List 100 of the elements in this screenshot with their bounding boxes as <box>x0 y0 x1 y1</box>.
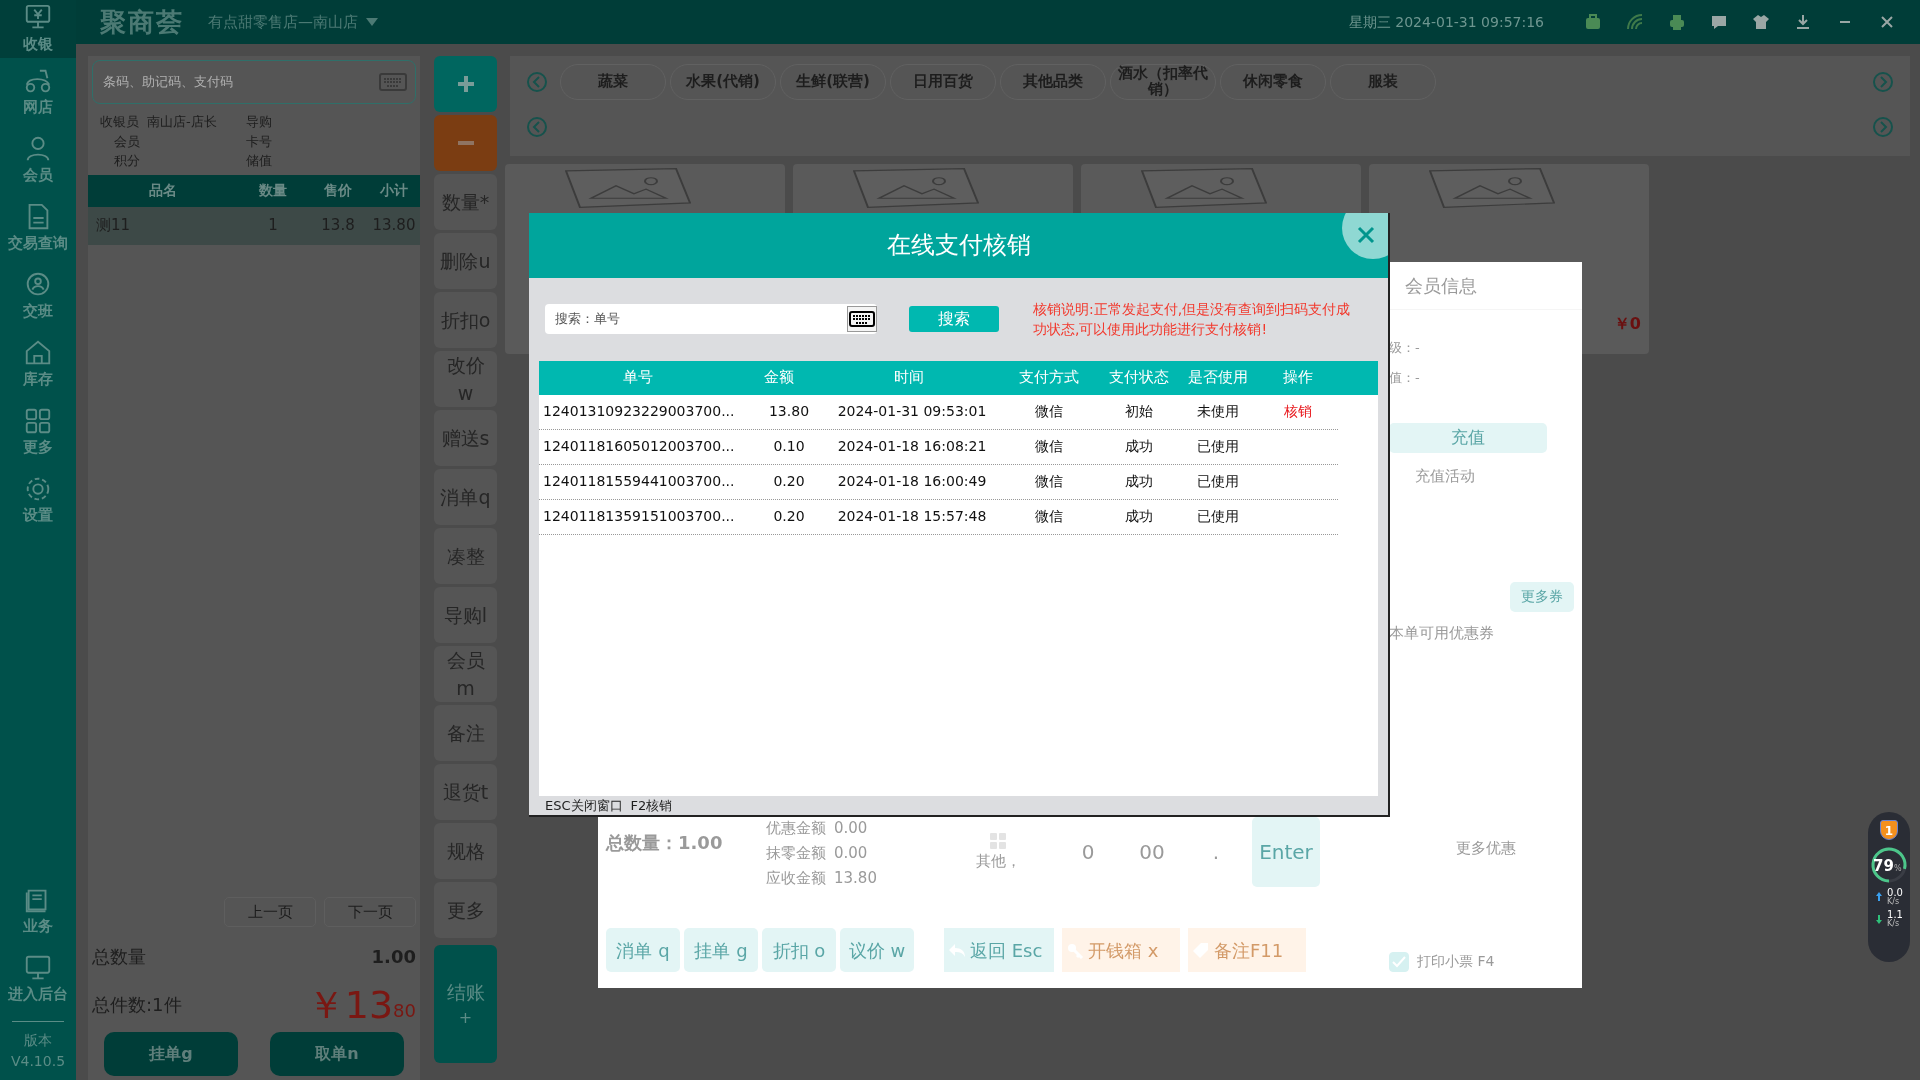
more-coupons-button[interactable]: 更多券 <box>1510 581 1574 612</box>
cancel-order-button[interactable]: 挂单 g <box>684 928 758 972</box>
table-cell-text: 微信 <box>1033 436 1064 456</box>
image-placeholder-icon <box>565 168 691 208</box>
version-number: V4.10.5 <box>9 1052 67 1071</box>
table-cell-text: 成功 <box>1124 436 1154 456</box>
table-cell-text: 已使用 <box>1196 471 1240 491</box>
enter-key[interactable]: Enter <box>1252 817 1320 887</box>
checkbox[interactable] <box>1389 951 1409 972</box>
action-button[interactable]: 返回 Esc <box>944 928 1054 972</box>
add-button[interactable] <box>434 56 497 112</box>
briefcase-icon[interactable] <box>1584 13 1602 31</box>
shield-badge: 1 <box>1880 820 1898 840</box>
image-placeholder-icon <box>853 168 979 208</box>
category-tab[interactable]: 生鲜(联营) <box>780 64 886 100</box>
search-box[interactable]: 搜索：单号 <box>545 304 877 335</box>
coupons-title: 本单可用优惠券 <box>1389 622 1495 644</box>
category-tab[interactable]: 其他品类 <box>1000 64 1106 100</box>
amount-label: 应收金额 <box>766 868 826 889</box>
table-row[interactable]: 12401310923229003700... 13.80 2024-01-31 09:53:01 微信 初始 未使用 核销 <box>539 394 1338 430</box>
table-cell-text: 0.20 <box>772 471 806 491</box>
table-cell-text: 初始 <box>1124 401 1154 421</box>
amount-label: 抹零金额 <box>766 843 826 864</box>
table-cell-text: 微信 <box>1033 401 1064 421</box>
hold-order-button[interactable]: 取单n <box>270 1032 404 1076</box>
member-field: 值：- <box>1389 367 1582 387</box>
category-tab[interactable]: 日用百货 <box>890 64 996 100</box>
category-tab[interactable]: 酒水（扣率代销） <box>1110 64 1216 100</box>
category-tab[interactable]: 蔬菜 <box>560 64 666 100</box>
close-icon <box>1356 225 1376 245</box>
sidebar-item[interactable]: 收银 <box>0 0 76 58</box>
gauge-value: 79 <box>1873 856 1894 877</box>
checkout-button[interactable]: 结账 + <box>434 945 497 1063</box>
date-time: 星期三 2024-01-31 09:57:16 <box>1348 12 1544 32</box>
hold-order-button[interactable]: 挂单g <box>104 1032 238 1076</box>
search-box[interactable]: 条码、助记码、支付码 <box>92 60 416 104</box>
column-header: 时间 <box>893 367 925 389</box>
wifi-icon[interactable] <box>1626 13 1644 31</box>
cancel-order-button[interactable]: 消单 q <box>606 928 680 972</box>
category-tab[interactable]: 休闲零食 <box>1220 64 1326 100</box>
verify-link[interactable]: 核销 <box>1258 401 1338 423</box>
table-cell-text: 2024-01-18 16:00:49 <box>836 471 988 491</box>
keyboard-icon <box>847 306 877 333</box>
product-price: ￥0 <box>1613 313 1641 335</box>
recharge-button[interactable]: 充值 <box>1389 423 1547 453</box>
category-tab[interactable]: 服装 <box>1330 64 1436 100</box>
rate-unit: K/s <box>1887 898 1900 906</box>
store-selector[interactable]: 有点甜零售店—南山店 <box>208 10 378 34</box>
shortcut-hint: ESC关闭窗口 <box>545 796 623 815</box>
sidebar-item[interactable]: 进入后台 <box>0 945 76 1013</box>
sidebar-item[interactable]: 交班 <box>0 262 76 330</box>
sidebar-item[interactable]: 交易查询 <box>0 194 76 262</box>
sidebar-item[interactable]: 设置 <box>0 466 76 534</box>
transfer-rate: 1.1 <box>1887 910 1903 920</box>
table-cell-text: 12401181605012003700... <box>542 436 736 456</box>
category-tab[interactable]: 水果(代销) <box>670 64 776 100</box>
table-row[interactable]: 12401181359151003700... 0.20 2024-01-18 15:57:48 微信 成功 已使用 <box>539 499 1338 535</box>
table-cell-text: 12401181359151003700... <box>542 506 736 526</box>
shirt-icon[interactable] <box>1752 13 1770 31</box>
column-header: 操作 <box>1282 367 1314 389</box>
table-row[interactable]: 12401181559441003700... 0.20 2024-01-18 16:00:49 微信 成功 已使用 <box>539 464 1338 500</box>
recharge-activity-link[interactable]: 充值活动 <box>1415 465 1582 488</box>
sidebar-item[interactable]: 会员 <box>0 126 76 194</box>
search-field[interactable]: 条码、助记码、支付码 <box>101 71 361 93</box>
sidebar-item[interactable]: 库存 <box>0 330 76 398</box>
action-button[interactable]: 备注F11 <box>1188 928 1306 972</box>
sidebar-item[interactable]: 更多 <box>0 398 76 466</box>
cancel-order-button[interactable]: 折扣 o <box>762 928 836 972</box>
total-price: ￥13 <box>306 986 394 1024</box>
amount-value: 0.00 <box>834 843 868 864</box>
upload-arrow-icon <box>1875 891 1884 903</box>
column-header: 支付方式 <box>1017 367 1080 389</box>
table-cell-text: 未使用 <box>1196 401 1240 421</box>
total-price-cents: 80 <box>393 999 416 1023</box>
table-cell-text: 2024-01-18 15:57:48 <box>836 506 988 526</box>
printer-icon[interactable] <box>1668 13 1686 31</box>
plus-icon <box>455 74 476 94</box>
shortcut-hint: F2核销 <box>630 796 673 815</box>
table-cell-text: 0.20 <box>772 506 806 526</box>
table-cell-text: 12401181559441003700... <box>542 471 736 491</box>
column-header: 品名 <box>148 181 178 200</box>
action-button[interactable]: 开钱箱 x <box>1062 928 1180 972</box>
chat-icon[interactable] <box>1710 13 1728 31</box>
column-header: 单号 <box>622 367 654 389</box>
instruction-note: 核销说明:正常发起支付,但是没有查询到扫码支付成功状态,可以使用此功能进行支付核销! <box>1033 299 1352 340</box>
table-row[interactable]: 12401181605012003700... 0.10 2024-01-18 16:08:21 微信 成功 已使用 <box>539 429 1338 465</box>
sidebar-item[interactable]: 网店 <box>0 58 76 126</box>
transfer-rate: 0.0 <box>1887 888 1903 898</box>
column-header: 售价 <box>323 181 353 200</box>
table-cell-text: 12401310923229003700... <box>542 401 736 421</box>
image-placeholder-icon <box>1429 168 1555 208</box>
sidebar-item[interactable]: 业务 <box>0 877 76 945</box>
table-cell-text: 微信 <box>1033 471 1064 491</box>
column-header: 支付状态 <box>1108 367 1170 389</box>
more-offers-link[interactable]: 更多优惠 <box>1389 836 1582 859</box>
cancel-order-button[interactable]: 议价 w <box>840 928 914 972</box>
gauge-ring <box>1870 846 1908 884</box>
search-button[interactable]: 搜索 <box>909 306 999 333</box>
amount-label: 优惠金额 <box>766 818 826 839</box>
download-icon[interactable] <box>1794 13 1812 31</box>
